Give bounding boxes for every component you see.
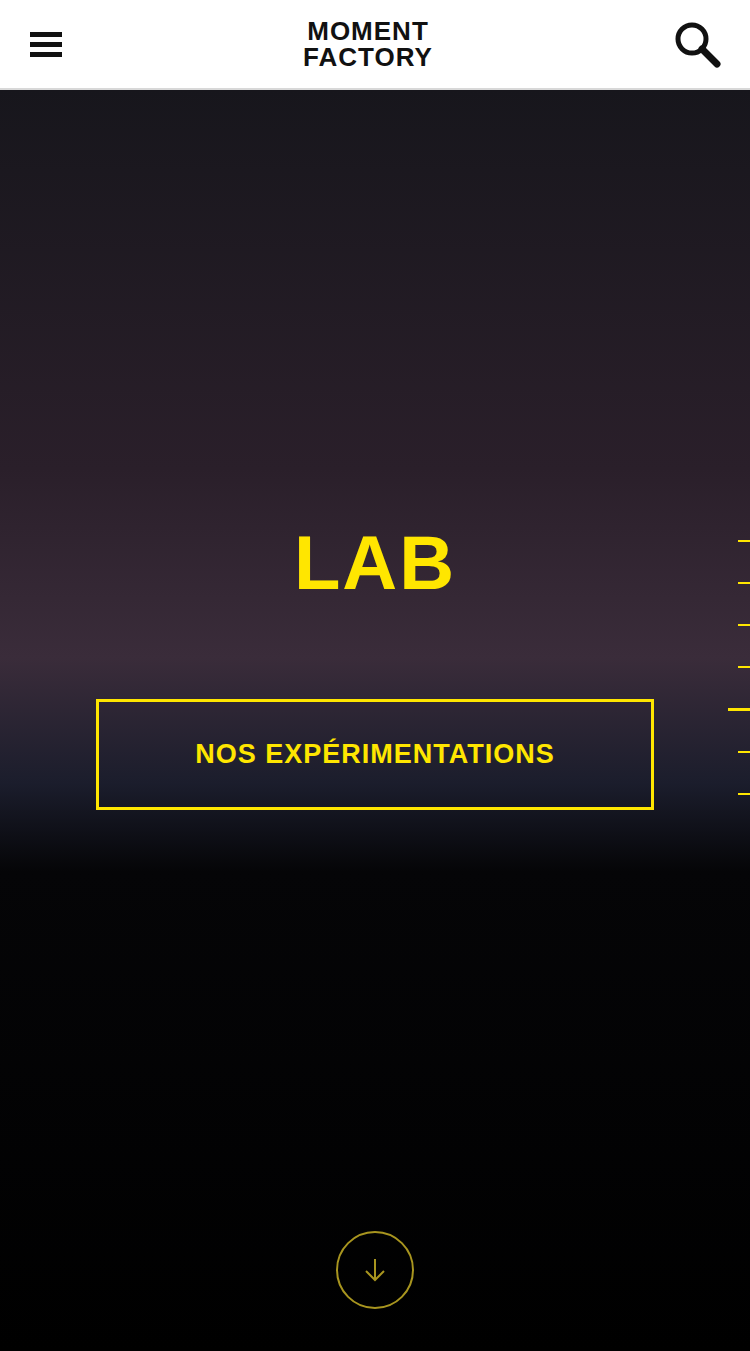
logo-line: MOMENT xyxy=(307,18,429,44)
section-nav-tick[interactable] xyxy=(738,793,750,795)
logo[interactable]: MOMENTFACTORY xyxy=(303,18,433,70)
hero-title: LAB xyxy=(294,523,456,603)
menu-button[interactable] xyxy=(28,26,64,62)
section-nav-tick[interactable] xyxy=(738,624,750,626)
section-nav-tick[interactable] xyxy=(738,540,750,542)
section-nav-tick[interactable] xyxy=(728,708,750,711)
scroll-down-button[interactable] xyxy=(336,1231,414,1309)
experiments-button[interactable]: NOS EXPÉRIMENTATIONS xyxy=(96,699,654,810)
section-nav-tick[interactable] xyxy=(738,666,750,668)
hero-media: LAB NOS EXPÉRIMENTATIONS xyxy=(0,90,750,1351)
search-button[interactable] xyxy=(672,19,722,69)
section-nav xyxy=(728,540,750,795)
section-nav-tick[interactable] xyxy=(738,582,750,584)
logo-line: FACTORY xyxy=(303,44,433,70)
hamburger-icon xyxy=(30,30,62,58)
search-icon xyxy=(673,20,721,68)
site-header: MOMENTFACTORY xyxy=(0,0,750,90)
section-nav-tick[interactable] xyxy=(738,751,750,753)
arrow-down-icon xyxy=(361,1256,389,1284)
